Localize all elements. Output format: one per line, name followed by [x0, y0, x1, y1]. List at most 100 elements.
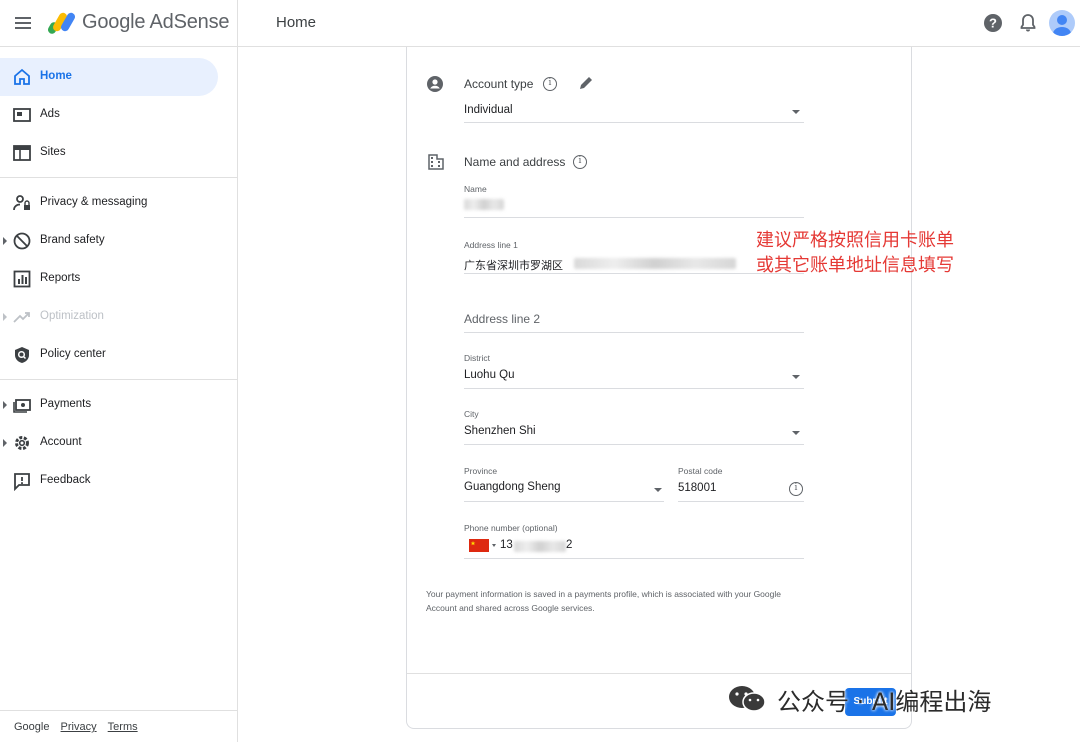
sidebar-item-optimization[interactable]: Optimization [0, 298, 218, 336]
home-icon [14, 68, 30, 85]
watermark-text: 公众号 · AI编程出海 [777, 687, 992, 716]
phone-number-field[interactable]: Phone number (optional) 13 2 [464, 523, 804, 559]
card-footer-divider [407, 673, 911, 674]
privacy-icon [13, 195, 30, 211]
name-field[interactable]: Name [464, 184, 804, 218]
district-value: Luohu Qu [464, 369, 515, 381]
city-value: Shenzhen Shi [464, 425, 536, 437]
info-icon[interactable]: i [789, 482, 803, 496]
top-app-bar: Google AdSense Home ? [0, 0, 1080, 47]
footer-google-label: Google [14, 721, 50, 733]
sidebar-item-reports[interactable]: Reports [0, 260, 218, 298]
help-icon[interactable]: ? [982, 12, 1004, 34]
payment-profile-card: Account type i Individual Name and addre… [406, 47, 912, 729]
address-line2-placeholder: Address line 2 [464, 312, 541, 326]
district-select[interactable]: District Luohu Qu [464, 353, 804, 389]
address-line1-field[interactable]: Address line 1 广东省深圳市罗湖区 [464, 240, 804, 274]
sidebar-item-privacy[interactable]: Privacy & messaging [0, 184, 218, 222]
sidebar-item-payments[interactable]: Payments [0, 386, 218, 424]
district-label: District [464, 353, 490, 363]
dropdown-arrow-icon [792, 431, 800, 435]
menu-icon[interactable] [12, 12, 34, 34]
sidebar-item-brand-safety[interactable]: Brand safety [0, 222, 218, 260]
sidebar-item-label: Reports [40, 272, 81, 284]
phone-prefix: 13 [500, 539, 513, 551]
account-circle-icon [427, 76, 443, 92]
info-icon[interactable]: i [573, 155, 587, 169]
header-divider [237, 0, 238, 47]
country-dropdown-arrow-icon [492, 544, 496, 547]
dropdown-arrow-icon [654, 488, 662, 492]
sidebar-item-label: Brand safety [40, 234, 105, 246]
payments-icon [13, 399, 31, 413]
sidebar: Home Ads Sites Privacy & messaging Brand… [0, 47, 238, 742]
dropdown-arrow-icon [792, 110, 800, 114]
reports-icon [13, 270, 31, 288]
sidebar-item-feedback[interactable]: Feedback [0, 462, 218, 500]
sidebar-item-policy-center[interactable]: Policy center [0, 336, 218, 374]
terms-link[interactable]: Terms [108, 721, 138, 733]
avatar[interactable] [1049, 10, 1075, 36]
redacted-address [574, 258, 736, 269]
sidebar-item-label: Policy center [40, 348, 106, 360]
expand-caret-icon [3, 401, 7, 409]
postal-code-label: Postal code [678, 466, 723, 476]
sidebar-item-label: Ads [40, 108, 60, 120]
name-label: Name [464, 184, 487, 194]
annotation-line-1: 建议严格按照信用卡账单 [756, 230, 954, 251]
redacted-phone [514, 541, 566, 552]
account-type-title: Account type [464, 77, 534, 91]
adsense-logo [48, 12, 75, 34]
payments-disclaimer: Your payment information is saved in a p… [426, 589, 781, 613]
wechat-watermark: 公众号 · AI编程出海 [727, 682, 991, 716]
sidebar-item-label: Payments [40, 398, 92, 410]
postal-code-field[interactable]: Postal code 518001 i [678, 466, 804, 502]
sidebar-item-home[interactable]: Home [0, 58, 218, 96]
sidebar-item-label: Optimization [40, 310, 104, 322]
dropdown-arrow-icon [792, 375, 800, 379]
privacy-link[interactable]: Privacy [61, 721, 97, 733]
building-icon [428, 154, 444, 170]
notifications-bell-icon[interactable] [1017, 12, 1039, 34]
sidebar-item-label: Privacy & messaging [40, 196, 148, 208]
china-flag-icon[interactable] [469, 539, 489, 552]
trending-icon [13, 312, 30, 323]
page-title: Home [276, 14, 317, 31]
sidebar-item-label: Sites [40, 146, 66, 158]
phone-label: Phone number (optional) [464, 523, 558, 533]
sites-icon [13, 145, 31, 161]
user-avatar-icon [1053, 15, 1071, 36]
address-line1-value: 广东省深圳市罗湖区 [464, 260, 563, 272]
postal-code-value: 518001 [678, 482, 717, 494]
sidebar-item-label: Home [40, 70, 72, 82]
wechat-logo-icon [729, 686, 766, 712]
sidebar-divider [0, 379, 237, 380]
sidebar-item-sites[interactable]: Sites [0, 134, 218, 172]
province-select[interactable]: Province Guangdong Sheng [464, 466, 664, 502]
address-line2-field[interactable]: Address line 2 [464, 309, 804, 333]
sidebar-footer: Google Privacy Terms [14, 721, 138, 733]
gear-icon [15, 436, 29, 450]
edit-pencil-icon[interactable] [578, 75, 594, 91]
sidebar-item-ads[interactable]: Ads [0, 96, 218, 134]
city-label: City [464, 409, 479, 419]
svg-text:?: ? [989, 16, 997, 31]
account-type-select[interactable]: Individual [464, 102, 804, 123]
block-icon [13, 232, 31, 250]
annotation-line-2: 或其它账单地址信息填写 [756, 255, 954, 276]
feedback-icon [14, 473, 30, 491]
sidebar-footer-divider [0, 710, 237, 711]
policy-shield-icon [15, 347, 29, 363]
sidebar-item-label: Feedback [40, 474, 91, 486]
brand-name: Google AdSense [82, 11, 230, 33]
city-select[interactable]: City Shenzhen Shi [464, 409, 804, 445]
sidebar-item-account[interactable]: Account [0, 424, 218, 462]
address-line1-label: Address line 1 [464, 240, 518, 250]
sidebar-item-label: Account [40, 436, 82, 448]
info-icon[interactable]: i [543, 77, 557, 91]
account-type-value: Individual [464, 104, 513, 116]
name-address-title: Name and address [464, 155, 566, 169]
expand-caret-icon [3, 439, 7, 447]
expand-caret-icon [3, 237, 7, 245]
red-annotation: 建议严格按照信用卡账单 或其它账单地址信息填写 [756, 228, 954, 278]
